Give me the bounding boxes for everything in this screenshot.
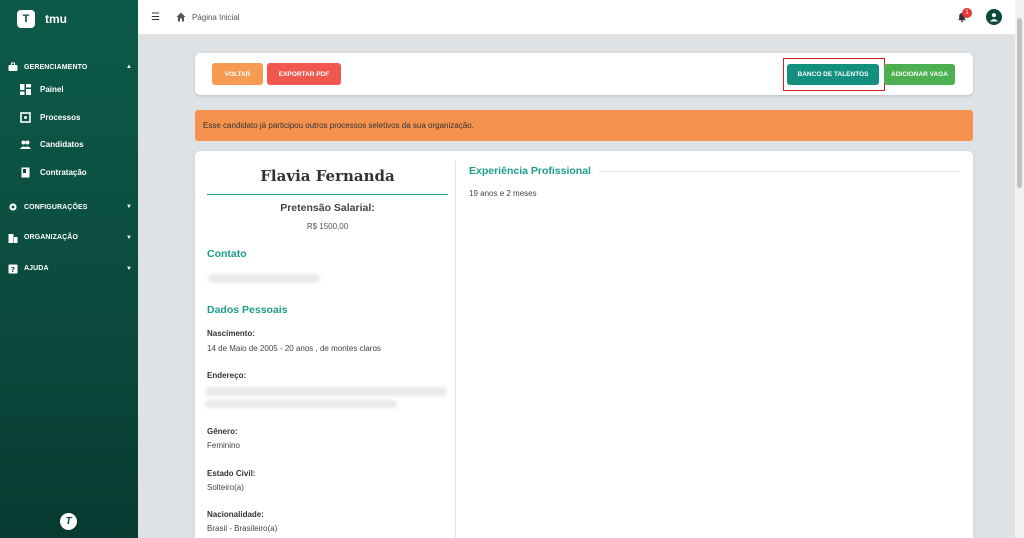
- nationality-value: Brasil - Brasileiro(a): [207, 524, 278, 533]
- page-scrollbar[interactable]: [1015, 0, 1024, 538]
- sidebar-group-organizacao[interactable]: ORGANIZAÇÃO ▼: [0, 222, 138, 253]
- menu-icon[interactable]: ☰: [151, 12, 160, 23]
- candidate-summary: Flavia Fernanda Pretensão Salarial: R$ 1…: [195, 151, 455, 538]
- contact-title: Contato: [207, 248, 247, 260]
- banco-talentos-button[interactable]: BANCO DE TALENTOS: [787, 64, 879, 85]
- chevron-down-icon: ▼: [125, 234, 132, 241]
- gear-icon: [9, 203, 17, 211]
- address-redacted-2: [205, 400, 397, 408]
- brand[interactable]: T tmu: [0, 0, 138, 38]
- sidebar-group-label: CONFIGURAÇÕES: [24, 203, 88, 211]
- address-label: Endereço:: [207, 371, 247, 380]
- experience-divider: [599, 171, 959, 172]
- sidebar-item-label: Candidatos: [40, 140, 84, 150]
- export-pdf-button[interactable]: EXPORTAR PDF: [267, 63, 341, 85]
- sidebar-group-label: ORGANIZAÇÃO: [24, 234, 78, 241]
- briefcase-icon: [8, 62, 18, 71]
- people-icon: [20, 140, 31, 150]
- candidate-name: Flavia Fernanda: [260, 167, 395, 185]
- experience-title: Experiência Profissional: [469, 165, 591, 177]
- svg-text:?: ?: [11, 266, 15, 274]
- experience-duration: 19 anos e 2 meses: [469, 189, 537, 198]
- nationality-label: Nacionalidade:: [207, 510, 264, 519]
- chevron-up-icon: ▲: [125, 64, 132, 70]
- sidebar-group-label: GERENCIAMENTO: [24, 63, 88, 71]
- chevron-down-icon: ▼: [125, 265, 132, 272]
- dashboard-icon: [20, 84, 31, 96]
- warning-alert: Esse candidato já participou outros proc…: [195, 110, 973, 141]
- birth-value: 14 de Maio de 2005 - 20 anos , de montes…: [207, 344, 381, 353]
- avatar[interactable]: [986, 9, 1002, 25]
- chevron-down-icon: ▼: [125, 204, 132, 210]
- gender-value: Feminino: [207, 441, 240, 450]
- contact-redacted: [208, 274, 320, 283]
- gender-label: Gênero:: [207, 427, 238, 436]
- brand-name: tmu: [45, 12, 67, 26]
- address-redacted-1: [205, 387, 447, 396]
- topbar: ☰ Página Inicial 1: [138, 0, 1024, 35]
- name-divider: [207, 194, 448, 195]
- salary-value: R$ 1500,00: [306, 222, 349, 231]
- sidebar-nav: GERENCIAMENTO ▲ Painel Processos Candida…: [0, 58, 138, 284]
- personal-data-title: Dados Pessoais: [207, 304, 288, 316]
- brand-logo: T: [17, 10, 35, 28]
- building-icon: [8, 233, 18, 243]
- civil-status-label: Estado Civil:: [207, 469, 256, 478]
- sidebar-group-gerenciamento[interactable]: GERENCIAMENTO ▲: [0, 58, 138, 76]
- sidebar-item-contratacao[interactable]: Contratação: [0, 159, 138, 187]
- birth-label: Nascimento:: [207, 329, 256, 338]
- action-bar: VOLTAR EXPORTAR PDF BANCO DE TALENTOS AD…: [195, 53, 973, 95]
- salary-label: Pretensão Salarial:: [280, 202, 375, 214]
- sidebar-group-label: AJUDA: [24, 265, 49, 272]
- voltar-button[interactable]: VOLTAR: [212, 63, 263, 85]
- scrollbar-thumb[interactable]: [1017, 18, 1022, 188]
- adicionar-vaga-button[interactable]: ADICIONAR VAGA: [884, 64, 955, 85]
- sidebar-group-ajuda[interactable]: ? AJUDA ▼: [0, 253, 138, 284]
- notification-badge: 1: [962, 8, 972, 18]
- sidebar: T tmu GERENCIAMENTO ▲ Painel Processos C…: [0, 0, 138, 538]
- sidebar-item-label: Painel: [40, 85, 64, 95]
- sidebar-item-painel[interactable]: Painel: [0, 76, 138, 104]
- process-icon: [20, 111, 31, 123]
- sidebar-item-label: Processos: [40, 112, 81, 122]
- breadcrumb[interactable]: Página Inicial: [192, 13, 240, 22]
- candidate-profile: Flavia Fernanda Pretensão Salarial: R$ 1…: [195, 151, 973, 538]
- footer-logo: T: [60, 513, 77, 530]
- civil-status-value: Solteiro(a): [207, 483, 244, 492]
- user-icon: [990, 13, 998, 22]
- sidebar-item-candidatos[interactable]: Candidatos: [0, 131, 138, 159]
- column-divider: [455, 161, 456, 538]
- sidebar-item-label: Contratação: [40, 167, 87, 177]
- help-icon: ?: [8, 264, 18, 274]
- home-icon[interactable]: [176, 12, 186, 22]
- sidebar-item-processos[interactable]: Processos: [0, 104, 138, 132]
- contract-icon: [21, 167, 30, 178]
- sidebar-group-configuracoes[interactable]: CONFIGURAÇÕES ▼: [0, 192, 138, 222]
